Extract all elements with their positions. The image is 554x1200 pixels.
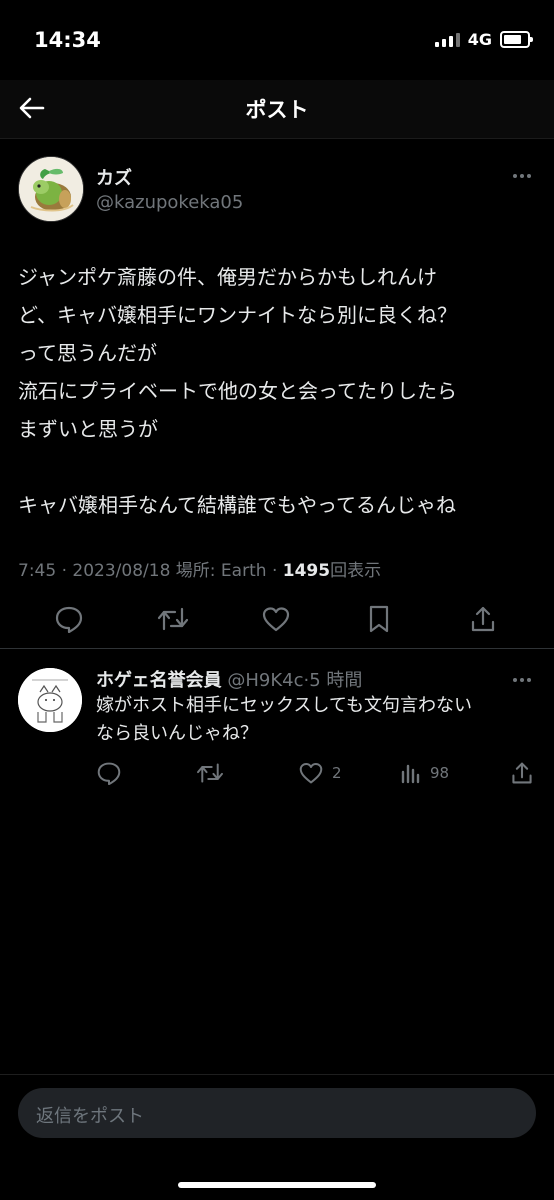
- views-count: 1495: [282, 561, 331, 581]
- status-indicators: 4G: [434, 30, 533, 49]
- signal-strength-icon: [434, 32, 460, 47]
- bookmark-button[interactable]: [362, 602, 396, 636]
- heart-icon: [262, 607, 290, 632]
- reply-repost-button[interactable]: [196, 760, 224, 786]
- heart-icon: [299, 763, 323, 784]
- reply-button[interactable]: [52, 602, 86, 636]
- tweet-date[interactable]: 2023/08/18: [72, 561, 170, 581]
- reply-share-button[interactable]: [510, 760, 534, 786]
- views-label: 回表示: [330, 561, 382, 581]
- reply-views-button[interactable]: 98: [400, 760, 449, 786]
- divider: [0, 648, 554, 649]
- reply-reply-button[interactable]: [96, 760, 122, 786]
- more-dots-icon: [513, 174, 531, 178]
- status-bar: 14:34 4G: [0, 0, 554, 80]
- bar-chart-icon: [401, 764, 420, 784]
- author-handle[interactable]: @kazupokeka05: [96, 192, 243, 213]
- reply-bubble-icon: [55, 606, 83, 633]
- status-time: 14:34: [34, 28, 101, 52]
- bookmark-icon: [369, 605, 389, 633]
- reply-text: 嫁がホスト相手にセックスしても文句言わない なら良いんじゃね？: [96, 695, 473, 744]
- composer-divider: [0, 1074, 554, 1075]
- share-upload-icon: [512, 762, 532, 784]
- network-type: 4G: [467, 30, 492, 49]
- meta-separator: ·: [61, 561, 67, 581]
- repost-arrows-icon: [197, 763, 223, 783]
- page-title: ポスト: [245, 98, 309, 122]
- reply-action-bar: 2 98: [0, 756, 554, 790]
- tweet-meta: 7:45 · 2023/08/18 場所: Earth · 1495回表示: [18, 556, 381, 581]
- reply-input[interactable]: 返信をポスト: [36, 1102, 144, 1128]
- home-indicator[interactable]: [178, 1182, 376, 1188]
- share-upload-icon: [471, 606, 495, 632]
- more-dots-icon: [513, 678, 531, 682]
- like-button[interactable]: [259, 602, 293, 636]
- reply-author-name[interactable]: ホゲェ名誉会員: [96, 670, 222, 691]
- header: ポスト: [0, 80, 554, 139]
- share-button[interactable]: [466, 602, 500, 636]
- battery-icon: [500, 31, 533, 48]
- reply-header: ホゲェ名誉会員 @H9K4c·5 時間: [96, 666, 362, 692]
- reply-more-options-button[interactable]: [510, 668, 534, 692]
- author-name[interactable]: カズ: [96, 164, 132, 190]
- avatar[interactable]: [18, 156, 84, 222]
- tweet-text: ジャンポケ斎藤の件、俺男だからかもしれんけ ど、キャバ嬢相手にワンナイトなら別に…: [18, 265, 457, 517]
- tweet-location[interactable]: 場所: Earth: [176, 561, 267, 581]
- reply-avatar-image: [18, 668, 82, 732]
- views-count: 98: [430, 764, 450, 782]
- like-count: 2: [332, 764, 342, 782]
- reply-bubble-icon: [97, 762, 121, 785]
- avatar-image: [19, 157, 83, 221]
- repost-button[interactable]: [156, 602, 190, 636]
- reply-composer[interactable]: 返信をポスト: [18, 1088, 536, 1138]
- reply-author-handle[interactable]: @H9K4c: [227, 670, 303, 691]
- tweet-time: 7:45: [18, 561, 57, 581]
- more-options-button[interactable]: [510, 164, 534, 188]
- repost-arrows-icon: [157, 607, 189, 631]
- reply-avatar[interactable]: [18, 668, 82, 732]
- reply-time: 5 時間: [309, 670, 363, 691]
- tweet-action-bar: [0, 596, 554, 642]
- reply-like-button[interactable]: 2: [298, 760, 342, 786]
- meta-separator: ·: [271, 561, 278, 581]
